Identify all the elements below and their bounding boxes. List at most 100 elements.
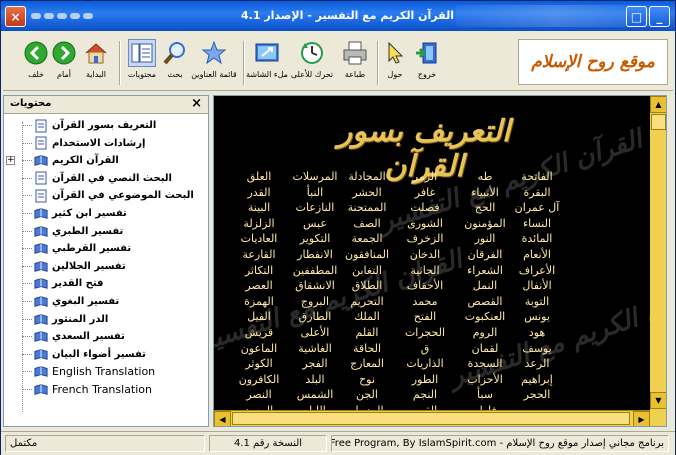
sura-link[interactable]: فصلت — [392, 201, 458, 214]
sura-link[interactable]: العصر — [226, 279, 292, 292]
tree-expand-button[interactable]: + — [6, 156, 15, 166]
sura-link[interactable]: الزمر — [392, 170, 458, 183]
search-button[interactable]: بحث — [154, 39, 196, 89]
sura-link[interactable]: القدر — [226, 186, 292, 199]
tree-item[interactable]: الدر المنثور — [22, 311, 108, 328]
sura-link[interactable]: العلق — [226, 170, 292, 183]
content-view[interactable]: القرآن الكريم مع التفسير القرآن الكريم م… — [213, 95, 667, 427]
horizontal-scroll-thumb[interactable] — [232, 412, 630, 425]
sura-link[interactable]: القارعة — [226, 248, 292, 261]
sura-link[interactable]: الروم — [452, 326, 518, 339]
tree-connector — [22, 248, 32, 250]
book-icon — [34, 259, 48, 273]
tree-item[interactable]: تفسير الجلالين — [22, 258, 126, 275]
sura-link[interactable]: البينة — [226, 201, 292, 214]
sura-link[interactable]: الشورى — [392, 217, 458, 230]
sura-link[interactable]: طه — [452, 170, 518, 183]
sura-link[interactable]: الكافرون — [226, 373, 292, 386]
tree-item[interactable]: English Translation — [22, 363, 155, 380]
fullscreen-button[interactable]: ملء الشاشة — [246, 39, 288, 89]
scroll-right-arrow-icon[interactable]: ▶ — [633, 411, 650, 426]
sura-link[interactable]: محمد — [392, 295, 458, 308]
exit-button[interactable]: خروج — [406, 39, 448, 89]
autoscroll-label: تحرك للأعلى — [290, 70, 334, 79]
contents-pane: محتويات × التعريف بسور القرآن إرشادات الا… — [3, 95, 209, 427]
contents-label: محتويات — [127, 70, 157, 79]
tree-item[interactable]: البحث النصي في القرآن — [22, 170, 172, 187]
tree-item[interactable]: تفسير الطبري — [22, 223, 123, 240]
tree-item-label: فتح القدير — [52, 278, 104, 290]
tree-item[interactable]: تفسير أضواء البيان — [22, 346, 146, 363]
sura-link[interactable]: السجدة — [452, 357, 518, 370]
tree-item[interactable]: تفسير القرطبي — [22, 240, 131, 257]
close-button[interactable]: × — [5, 6, 26, 27]
vertical-scroll-thumb[interactable] — [651, 114, 666, 130]
contents-tree[interactable]: التعريف بسور القرآن إرشادات الاستخدام القر… — [4, 114, 208, 426]
sura-link[interactable]: النجم — [392, 388, 458, 401]
sura-link[interactable]: الزخرف — [392, 232, 458, 245]
title-bar[interactable]: × القرآن الكريم مع التفسير - الإصدار 4.1… — [1, 1, 675, 31]
sura-link[interactable]: الفرقان — [452, 248, 518, 261]
sura-link[interactable]: النور — [452, 232, 518, 245]
tree-item[interactable]: التعريف بسور القرآن — [22, 117, 156, 134]
sura-link[interactable]: الجاثية — [392, 264, 458, 277]
sura-link[interactable]: الماعون — [226, 342, 292, 355]
sura-link[interactable]: سبأ — [452, 388, 518, 401]
minimize-button[interactable]: _ — [649, 6, 670, 27]
horizontal-scrollbar[interactable]: ◀ ▶ — [214, 410, 650, 426]
maximize-button[interactable]: □ — [626, 6, 647, 27]
book-icon — [34, 312, 48, 326]
sura-link[interactable]: الذاريات — [392, 357, 458, 370]
exit-door-icon — [413, 39, 441, 67]
contents-pane-close-button[interactable]: × — [191, 96, 202, 111]
sura-link[interactable]: قريش — [226, 326, 292, 339]
sura-link[interactable]: الهمزة — [226, 295, 292, 308]
tree-item[interactable]: إرشادات الاستخدام — [22, 135, 145, 152]
favorites-button[interactable]: قائمة العناوين — [191, 39, 237, 89]
sura-link[interactable]: الشعراء — [452, 264, 518, 277]
print-button[interactable]: طباعة — [334, 39, 376, 89]
sura-link[interactable]: الدخان — [392, 248, 458, 261]
sura-link[interactable]: الحجرات — [392, 326, 458, 339]
scroll-up-arrow-icon[interactable]: ▲ — [650, 96, 666, 113]
tree-item[interactable]: تفسير السعدي — [22, 328, 125, 345]
sura-link[interactable]: الأنبياء — [452, 186, 518, 199]
tree-item-label: البحث الموضوعي في القرآن — [52, 190, 194, 202]
scroll-down-arrow-icon[interactable]: ▼ — [650, 392, 666, 409]
tree-item-label: تفسير البغوي — [52, 296, 120, 307]
tree-item-label: تفسير السعدي — [52, 331, 125, 343]
tree-item[interactable]: تفسير ابن كثير — [22, 205, 127, 222]
sura-link[interactable]: لقمان — [452, 342, 518, 355]
sura-link[interactable]: الكوثر — [226, 357, 292, 370]
sura-link[interactable]: العاديات — [226, 232, 292, 245]
sura-link[interactable]: النمل — [452, 279, 518, 292]
sura-link[interactable]: غافر — [392, 186, 458, 199]
tree-item-label: القرآن الكريم — [52, 155, 119, 167]
scroll-left-arrow-icon[interactable]: ◀ — [214, 411, 231, 426]
tree-item[interactable]: القرآن الكريم — [22, 152, 119, 169]
sura-link[interactable]: النصر — [226, 388, 292, 401]
sura-link[interactable]: الأحقاف — [392, 279, 458, 292]
tree-item[interactable]: البحث الموضوعي في القرآن — [22, 187, 194, 204]
sura-link[interactable]: الأحزاب — [452, 373, 518, 386]
tree-item[interactable]: French Translation — [22, 381, 152, 398]
sura-link[interactable]: الحج — [452, 201, 518, 214]
tree-connector — [22, 283, 32, 285]
sura-link[interactable]: العنكبوت — [452, 310, 518, 323]
tree-item-label: تفسير القرطبي — [52, 243, 132, 255]
tree-item[interactable]: تفسير البغوي — [22, 293, 119, 310]
sura-link[interactable]: التكاثر — [226, 264, 292, 277]
tree-item-label: البحث النصي في القرآن — [52, 172, 172, 184]
home-button[interactable]: البداية — [75, 39, 117, 89]
tree-item[interactable]: فتح القدير — [22, 275, 103, 292]
sura-link[interactable]: الفيل — [226, 310, 292, 323]
sura-link[interactable]: الفتح — [392, 310, 458, 323]
sura-link[interactable]: المؤمنون — [452, 217, 518, 230]
sura-link[interactable]: الزلزلة — [226, 217, 292, 230]
autoscroll-button[interactable]: تحرك للأعلى — [291, 39, 333, 89]
sura-link[interactable]: الطور — [392, 373, 458, 386]
vertical-scrollbar[interactable]: ▲ ▼ — [650, 96, 666, 426]
toolbar: خلف أمام البداية محتويات بحث قائمة العنا… — [3, 35, 673, 91]
sura-link[interactable]: ق — [392, 342, 458, 355]
sura-link[interactable]: القصص — [452, 295, 518, 308]
